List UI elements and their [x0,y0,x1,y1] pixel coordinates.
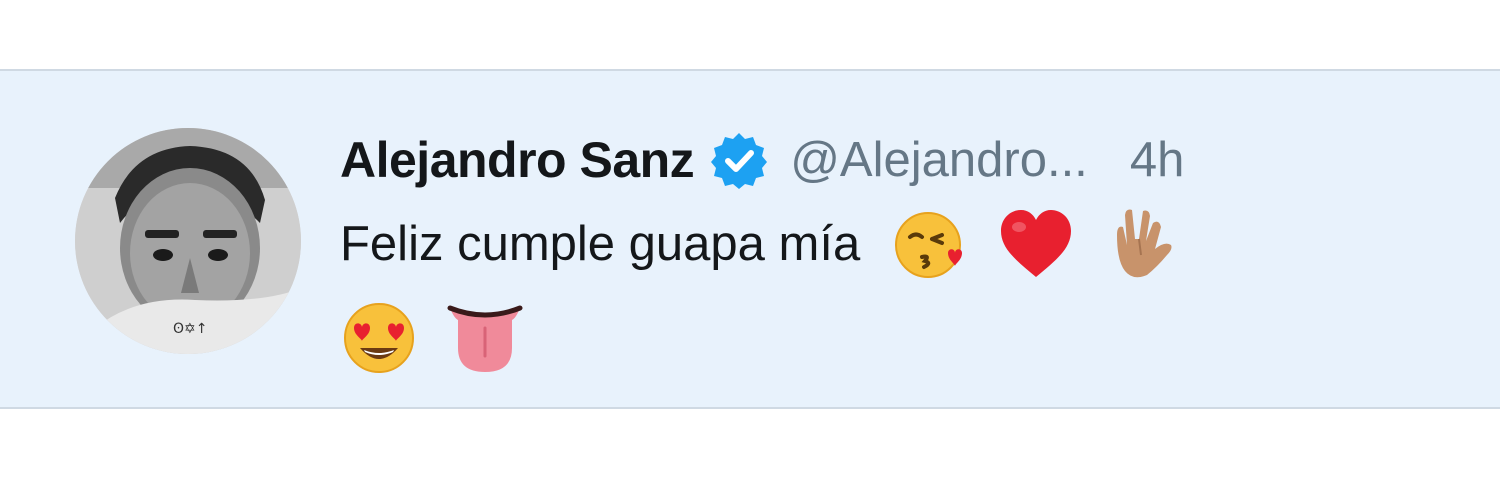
heart-eyes-emoji [340,298,418,376]
avatar[interactable]: ʘ✡↑ [75,128,301,354]
timestamp[interactable]: 4h [1130,132,1185,188]
vulcan-salute-emoji [1103,205,1181,283]
tweet-text-content: Feliz cumple guapa mía [340,217,861,272]
tweet-header: Alejandro Sanz @Alejandro... 4h [340,127,1184,193]
profile-photo-avatar: ʘ✡↑ [75,128,301,354]
kissing-face-with-heart-emoji [892,205,970,283]
red-heart-emoji [997,205,1075,283]
display-name[interactable]: Alejandro Sanz [340,131,695,189]
tongue-emoji [446,298,524,376]
user-handle[interactable]: @Alejandro... [790,132,1088,188]
verified-badge-icon [710,131,768,189]
svg-text:ʘ✡↑: ʘ✡↑ [173,321,207,337]
tweet-card[interactable]: ʘ✡↑ Alejandro Sanz @Alejandro... 4h Feli… [0,69,1500,409]
page: ʘ✡↑ Alejandro Sanz @Alejandro... 4h Feli… [0,0,1500,499]
tweet-text: Feliz cumple guapa mía [340,199,1360,376]
